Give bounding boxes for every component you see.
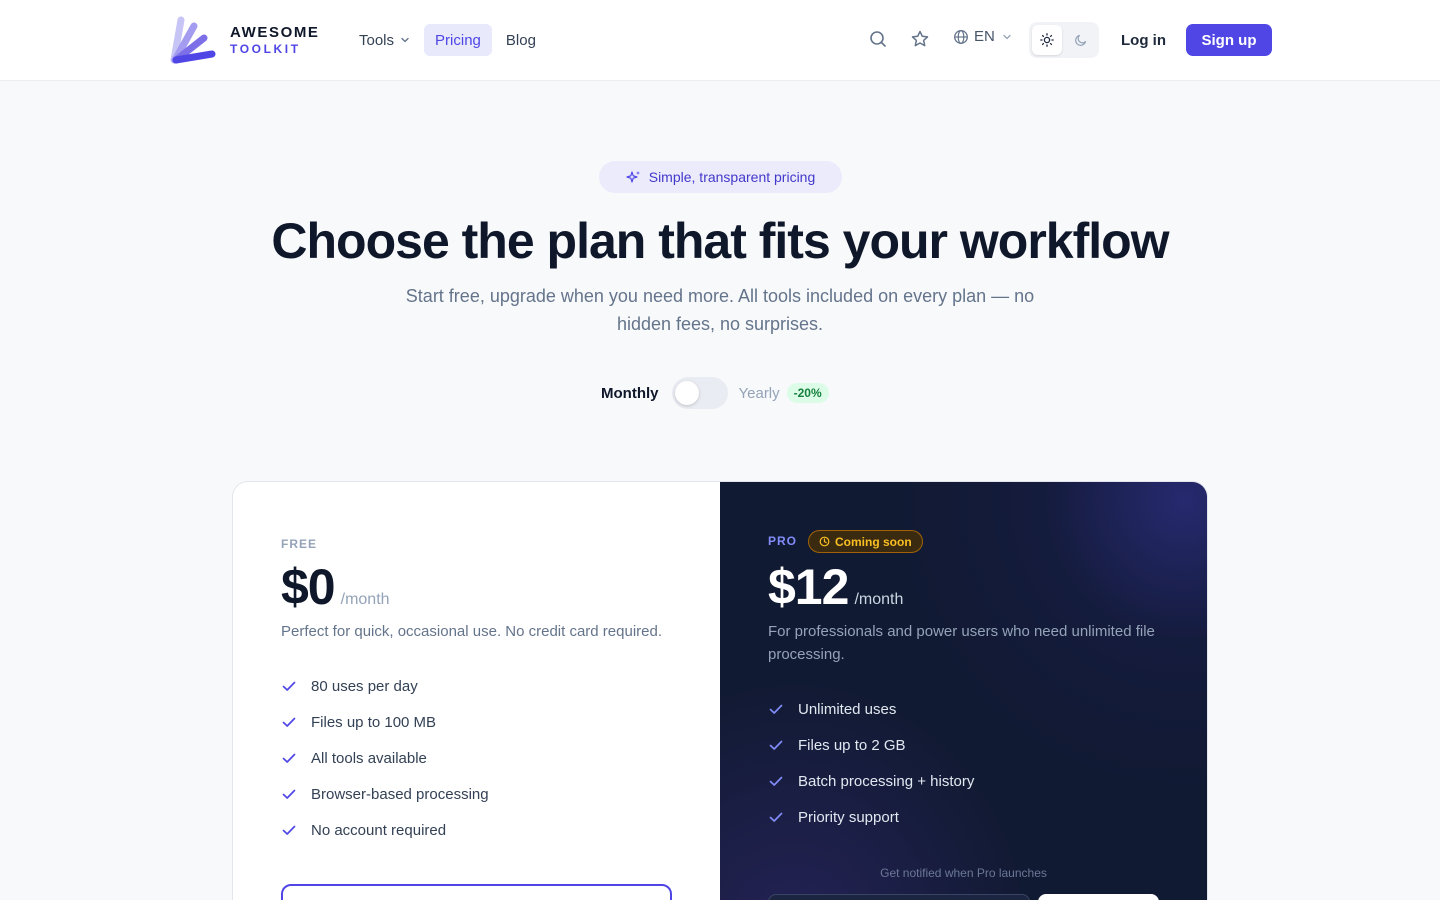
billing-switch[interactable]: [671, 377, 728, 409]
notify-email-input[interactable]: [768, 894, 1030, 900]
coming-soon-badge: Coming soon: [808, 530, 923, 553]
check-icon: [282, 789, 296, 799]
feature-item: 80 uses per day: [281, 668, 489, 704]
logo-line-1: AWESOME: [230, 24, 320, 41]
yearly-discount-badge: -20%: [786, 383, 829, 403]
globe-icon: [954, 29, 968, 44]
nav-tools[interactable]: Tools: [348, 24, 421, 56]
check-icon: [282, 825, 296, 835]
sun-icon: [1040, 33, 1054, 47]
free-price-amount: $0: [281, 559, 336, 615]
feature-item: Files up to 100 MB: [281, 704, 489, 740]
chevron-down-icon: [401, 37, 409, 43]
feature-item: Browser-based processing: [281, 776, 489, 812]
free-plan-description: Perfect for quick, occasional use. No cr…: [281, 623, 663, 640]
page-title: Choose the plan that fits your workflow: [271, 213, 1169, 269]
feature-item: Batch processing + history: [768, 763, 974, 799]
feature-text: Unlimited uses: [798, 700, 897, 718]
star-icon[interactable]: [910, 29, 930, 49]
pricing-cards: FREE $0 /month Perfect for quick, occasi…: [232, 481, 1208, 900]
free-plan-tag: FREE: [281, 537, 318, 551]
switch-knob: [674, 381, 699, 405]
language-label: EN: [974, 28, 995, 45]
login-button[interactable]: Log in: [1110, 24, 1177, 56]
feature-text: 80 uses per day: [311, 677, 418, 695]
coming-soon-label: Coming soon: [835, 534, 912, 549]
logo-line-2: TOOLKIT: [230, 42, 301, 56]
main-nav: Tools Pricing Blog: [348, 24, 550, 56]
feature-text: All tools available: [311, 749, 427, 767]
nav-blog[interactable]: Blog: [495, 24, 547, 56]
notify-caption: Get notified when Pro launches: [880, 866, 1047, 880]
feature-text: Priority support: [798, 808, 899, 826]
pro-plan-card: PRO Coming soon $12 /month For professio…: [720, 482, 1207, 900]
yearly-label[interactable]: Yearly: [739, 385, 780, 402]
free-feature-list: 80 uses per day Files up to 100 MB All t…: [281, 668, 489, 848]
feature-text: Files up to 100 MB: [311, 713, 437, 731]
feature-item: All tools available: [281, 740, 489, 776]
language-selector[interactable]: EN: [953, 28, 1017, 45]
nav-tools-label: Tools: [359, 31, 395, 49]
pro-price: $12 /month: [768, 558, 903, 616]
check-icon: [282, 753, 296, 763]
search-icon[interactable]: [868, 29, 888, 49]
notify-submit-button[interactable]: [1038, 894, 1159, 900]
pro-price-amount: $12: [768, 559, 849, 615]
check-icon: [282, 681, 296, 691]
check-icon: [769, 812, 783, 822]
free-plan-cta-button[interactable]: [281, 884, 672, 900]
chevron-down-icon: [1003, 34, 1011, 39]
pro-plan-tag: PRO: [768, 534, 798, 548]
signup-button[interactable]: Sign up: [1186, 24, 1272, 56]
check-icon: [282, 717, 296, 727]
nav-pricing[interactable]: Pricing: [424, 24, 492, 56]
monthly-label[interactable]: Monthly: [601, 385, 659, 402]
feature-text: Files up to 2 GB: [798, 736, 906, 754]
moon-icon: [1075, 34, 1087, 46]
top-navbar: AWESOME TOOLKIT Tools Pricing Blog EN Lo…: [0, 0, 1440, 81]
theme-switcher: [1029, 22, 1099, 58]
feature-item: Priority support: [768, 799, 974, 835]
free-price-period: /month: [340, 591, 390, 608]
free-price: $0 /month: [281, 558, 390, 616]
check-icon: [769, 740, 783, 750]
pricing-badge: Simple, transparent pricing: [599, 161, 842, 193]
feature-item: Files up to 2 GB: [768, 727, 974, 763]
page-subtitle: Start free, upgrade when you need more. …: [405, 286, 1035, 334]
sparkles-icon: [626, 170, 640, 183]
feature-text: No account required: [311, 821, 447, 839]
feature-text: Browser-based processing: [311, 785, 489, 803]
feature-item: No account required: [281, 812, 489, 848]
logo-mark-icon: [170, 16, 216, 64]
pro-plan-description: For professionals and power users who ne…: [768, 623, 1155, 663]
billing-period-toggle: Monthly Yearly -20%: [601, 376, 829, 410]
feature-item: Unlimited uses: [768, 691, 974, 727]
logo[interactable]: AWESOME TOOLKIT: [170, 16, 320, 64]
check-icon: [769, 704, 783, 714]
dark-theme-button[interactable]: [1066, 25, 1096, 55]
clock-icon: [819, 536, 830, 547]
feature-text: Batch processing + history: [798, 772, 975, 790]
pro-feature-list: Unlimited uses Files up to 2 GB Batch pr…: [768, 691, 974, 835]
free-plan-card: FREE $0 /month Perfect for quick, occasi…: [233, 482, 720, 900]
check-icon: [769, 776, 783, 786]
light-theme-button[interactable]: [1032, 25, 1062, 55]
pricing-badge-label: Simple, transparent pricing: [648, 169, 816, 185]
pro-price-period: /month: [854, 591, 904, 608]
